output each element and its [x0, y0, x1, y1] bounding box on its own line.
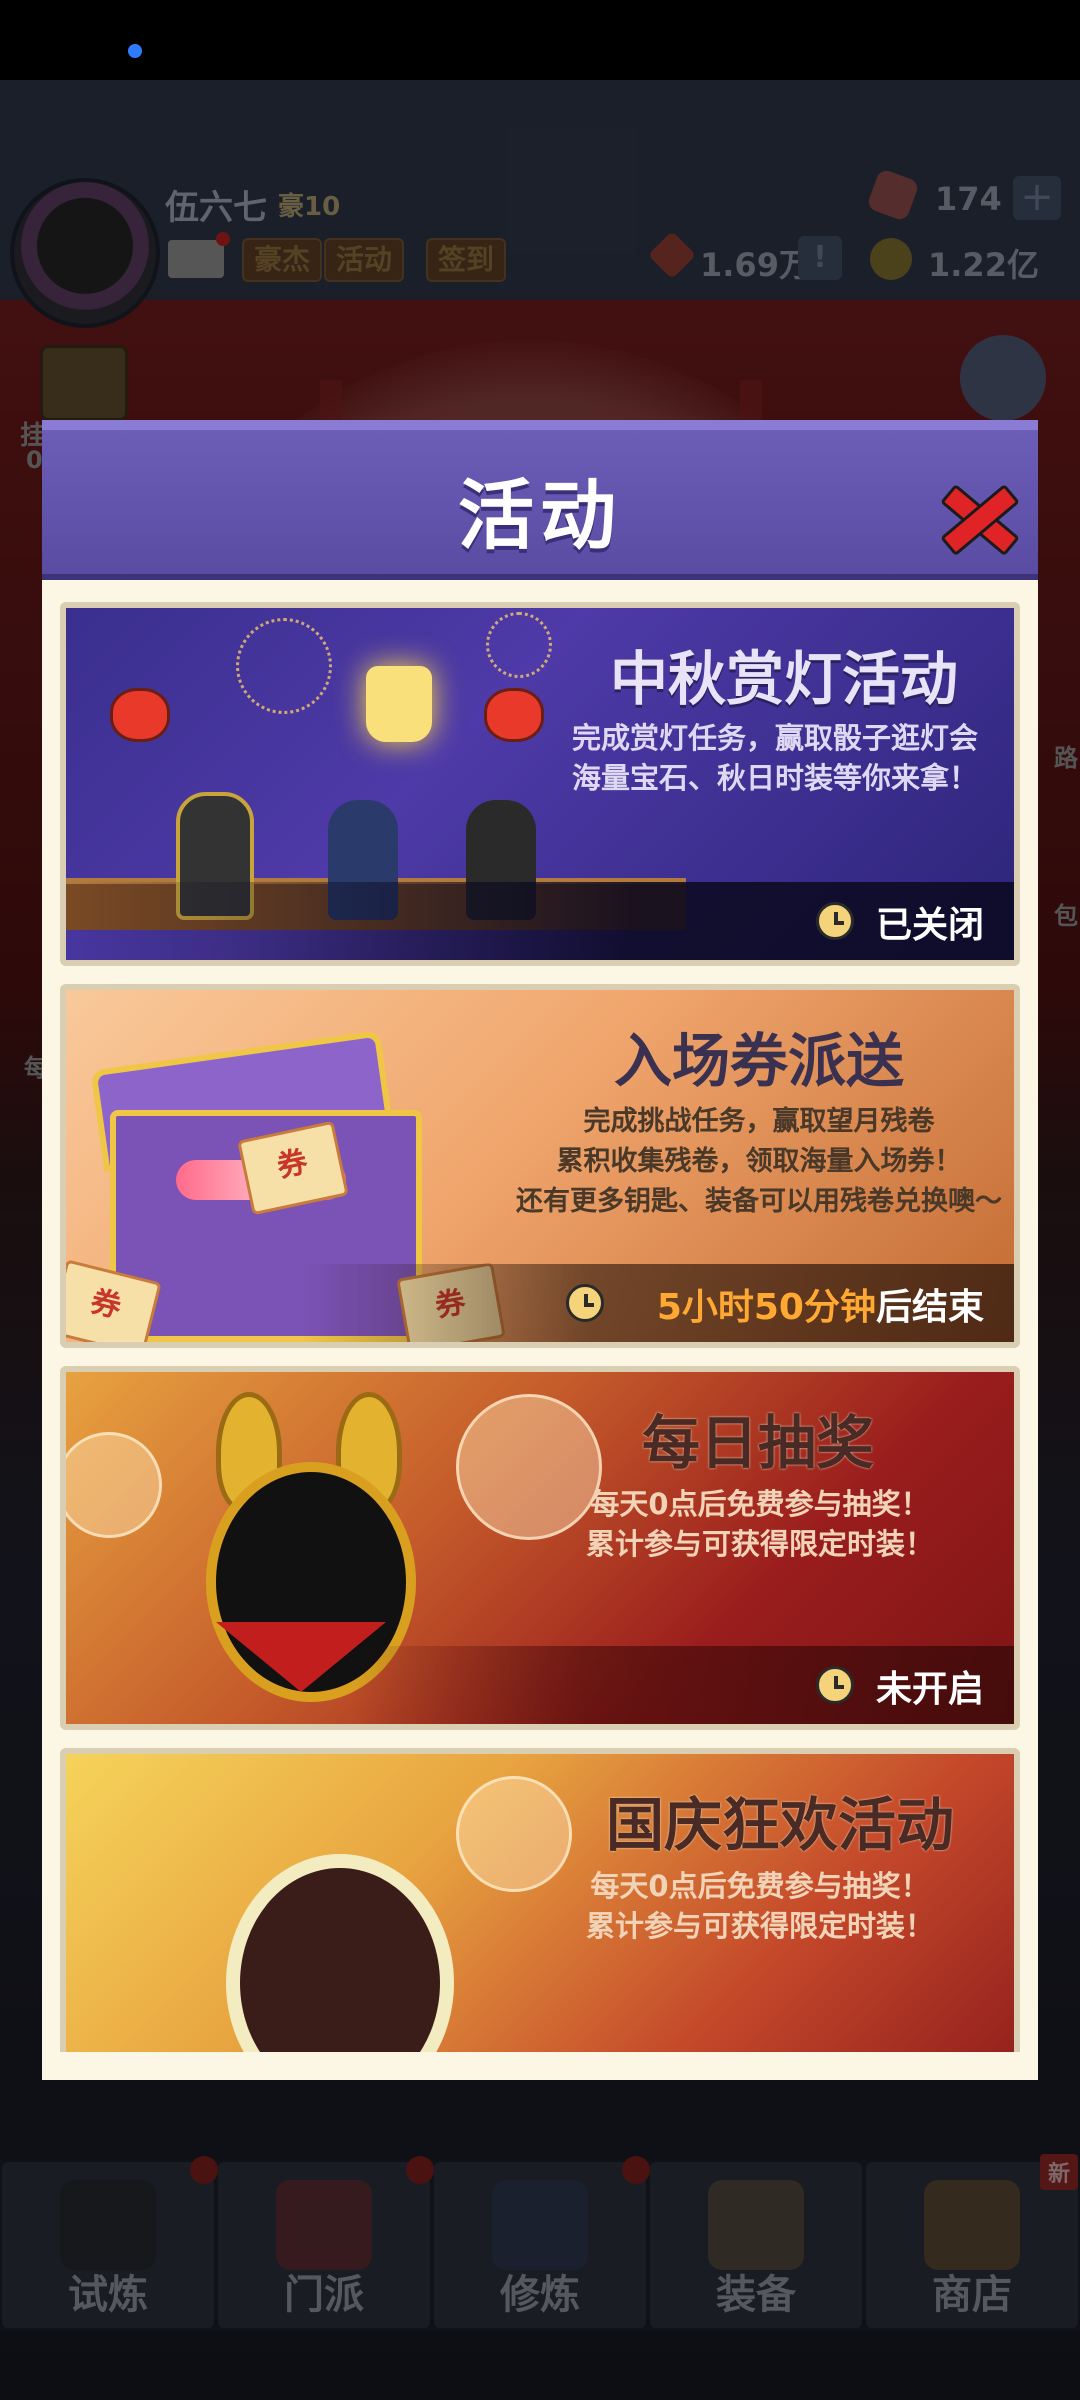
firework-decoration	[236, 618, 332, 714]
card-status: 未开启	[875, 1669, 984, 1710]
card-description: 每天0点后免费参与抽奖！ 累计参与可获得限定时装！	[586, 1866, 934, 1946]
coupon-text: 券	[273, 1144, 311, 1185]
clock-icon	[816, 902, 854, 940]
card-description-line: 每天0点后免费参与抽奖！	[590, 1487, 930, 1521]
close-button[interactable]	[930, 472, 1020, 558]
card-title: 入场券派送	[613, 1027, 904, 1095]
card-description-line: 累积收集残卷，领取海量入场券！	[556, 1146, 962, 1177]
card-status-bar: 5小时50分钟后结束	[66, 1264, 1014, 1342]
lantern-icon	[484, 688, 544, 742]
lantern-icon	[110, 688, 170, 742]
card-status-bar: 已关闭	[66, 882, 1014, 960]
rock-orb-icon	[66, 1432, 162, 1538]
modal-title: 活动	[458, 471, 622, 560]
card-description: 完成赏灯任务，赢取骰子逛灯会 海量宝石、秋日时装等你来拿！	[572, 718, 978, 798]
card-description: 完成挑战任务，赢取望月残卷 累积收集残卷，领取海量入场券！ 还有更多钥匙、装备可…	[516, 1102, 1002, 1222]
card-description-line: 每天0点后免费参与抽奖！	[590, 1869, 930, 1903]
card-description-line: 完成赏灯任务，赢取骰子逛灯会	[571, 721, 978, 755]
firework-decoration	[486, 612, 552, 678]
gift-orb-icon	[456, 1776, 572, 1892]
card-description-line: 海量宝石、秋日时装等你来拿！	[571, 761, 978, 795]
card-title: 中秋赏灯活动	[609, 645, 958, 713]
card-status: 5小时50分钟后结束	[657, 1278, 984, 1330]
countdown-suffix: 后结束	[875, 1287, 984, 1328]
card-title: 国庆狂欢活动	[605, 1791, 954, 1859]
activity-list[interactable]: 中秋赏灯活动 完成赏灯任务，赢取骰子逛灯会 海量宝石、秋日时装等你来拿！ 已关闭…	[60, 602, 1020, 2052]
bunny-orb-icon	[456, 1394, 602, 1540]
clock-icon	[566, 1284, 604, 1322]
card-status-bar: 未开启	[66, 1646, 1014, 1724]
modal-body: 中秋赏灯活动 完成赏灯任务，赢取骰子逛灯会 海量宝石、秋日时装等你来拿！ 已关闭…	[42, 580, 1038, 2080]
modal-header: 活动	[42, 420, 1038, 580]
card-description-line: 累计参与可获得限定时装！	[585, 1527, 934, 1561]
status-bar	[0, 0, 1080, 80]
card-status: 已关闭	[875, 905, 984, 946]
card-description-line: 还有更多钥匙、装备可以用残卷兑换噢～	[516, 1186, 1002, 1217]
sky-lantern-icon	[366, 666, 432, 742]
card-description-line: 累计参与可获得限定时装！	[585, 1909, 934, 1943]
card-title: 每日抽奖	[641, 1409, 874, 1477]
card-description-line: 完成挑战任务，赢取望月残卷	[583, 1106, 935, 1137]
hero-character	[226, 1854, 454, 2052]
activity-card-national-day[interactable]: 国庆狂欢活动 每天0点后免费参与抽奖！ 累计参与可获得限定时装！	[60, 1748, 1020, 2052]
activity-card-ticket[interactable]: 券 券 券 入场券派送 完成挑战任务，赢取望月残卷 累积收集残卷，领取海量入场券…	[60, 984, 1020, 1348]
countdown-time: 5小时50分钟	[656, 1287, 876, 1328]
card-description: 每天0点后免费参与抽奖！ 累计参与可获得限定时装！	[586, 1484, 934, 1564]
activity-modal: 活动 中秋赏灯活动 完成赏灯任务，赢取骰子逛灯会 海量宝石、秋日时装等你来拿！ …	[42, 420, 1038, 2080]
activity-card-daily-lottery[interactable]: 每日抽奖 每天0点后免费参与抽奖！ 累计参与可获得限定时装！ 未开启	[60, 1366, 1020, 1730]
clock-icon	[816, 1666, 854, 1704]
activity-card-mid-autumn[interactable]: 中秋赏灯活动 完成赏灯任务，赢取骰子逛灯会 海量宝石、秋日时装等你来拿！ 已关闭	[60, 602, 1020, 966]
notification-dot-icon	[128, 44, 142, 58]
